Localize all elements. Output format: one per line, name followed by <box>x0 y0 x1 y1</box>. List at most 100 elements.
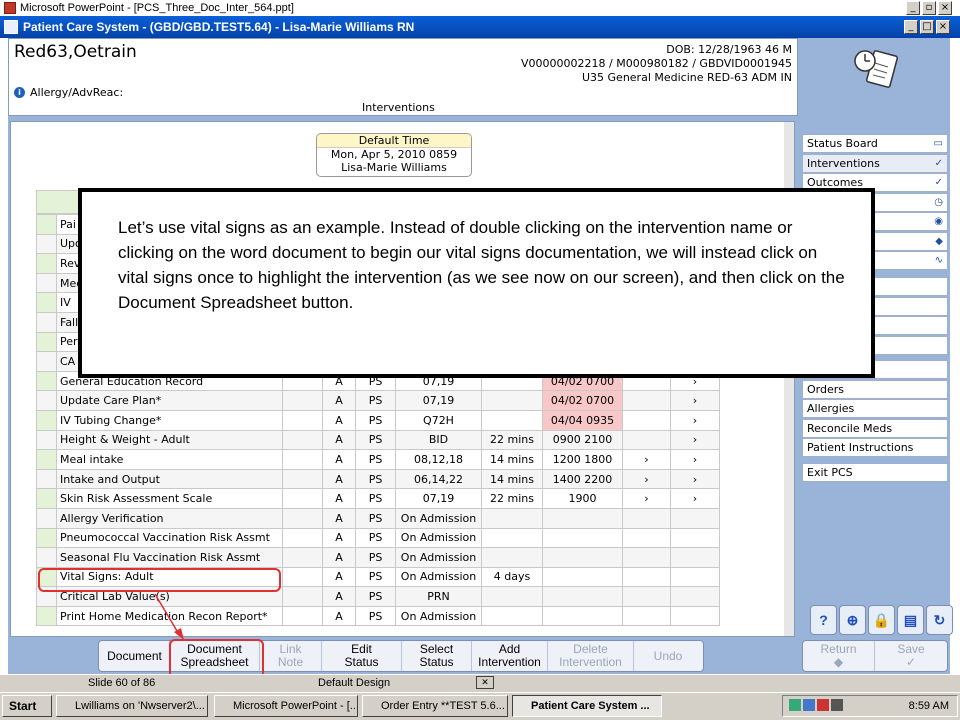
intervention-name[interactable]: Update Care Plan* <box>56 390 283 411</box>
cell-blank <box>282 527 323 549</box>
save-check-icon: ✓ <box>905 655 917 669</box>
cell-more <box>670 586 720 607</box>
row-flag <box>36 253 57 274</box>
row-flag <box>36 233 57 255</box>
link-note-button[interactable]: Link Note <box>260 641 322 671</box>
cell-ps: PS <box>355 488 396 509</box>
sidebar-item-orders[interactable]: Orders <box>802 379 948 399</box>
tray-app-icon <box>803 699 815 711</box>
cell-more: › <box>670 409 720 431</box>
lock-button[interactable]: 🔒 <box>868 605 895 635</box>
sidebar-item-label: Allergies <box>807 402 855 415</box>
select-status-button[interactable]: Select Status <box>402 641 472 671</box>
cell-blank <box>282 507 323 529</box>
save-button[interactable]: Save ✓ <box>875 641 947 671</box>
intervention-name[interactable]: Seasonal Flu Vaccination Risk Assmt <box>56 547 283 568</box>
slide-counter: Slide 60 of 86 <box>88 677 156 689</box>
table-row[interactable]: Print Home Medication Recon Report* A PS On… <box>36 605 720 627</box>
cell-more <box>670 527 720 549</box>
cell-schedule: 1900 <box>542 488 623 509</box>
cell-blank <box>282 605 323 627</box>
cell-more: › <box>670 468 720 490</box>
cell-arrow: › <box>622 488 671 509</box>
document-button-label: Document <box>107 648 162 663</box>
outer-close-button[interactable]: × <box>938 1 952 15</box>
cell-a: A <box>322 449 356 470</box>
intervention-name[interactable]: Intake and Output <box>56 468 283 490</box>
table-row[interactable]: Update Care Plan* A PS 07,19 04/02 0700 › <box>36 390 720 411</box>
outer-restore-button[interactable]: ▫ <box>922 1 936 15</box>
table-row[interactable]: Intake and Output A PS 06,14,22 14 mins 1400 … <box>36 468 720 490</box>
edit-status-button[interactable]: Edit Status <box>322 641 402 671</box>
taskbar-item[interactable]: Order Entry **TEST 5.6... <box>362 695 508 717</box>
outer-window-titlebar: Microsoft PowerPoint - [PCS_Three_Doc_In… <box>0 0 960 16</box>
tray-alert-icon <box>817 699 829 711</box>
cell-frequency: 07,19 <box>395 488 482 509</box>
table-row[interactable]: IV Tubing Change* A PS Q72H 04/04 0935 › <box>36 409 720 431</box>
cell-ps: PS <box>355 527 396 549</box>
taskbar-item-label: Lwilliams on 'Nwserver2\... <box>75 700 205 712</box>
pointer-arrow-icon <box>154 593 184 640</box>
cell-schedule: 1400 2200 <box>542 468 623 490</box>
sidebar-item-interventions[interactable]: Interventions ✓ <box>802 153 948 173</box>
outer-minimize-button[interactable]: _ <box>906 1 920 15</box>
vital-signs-highlight <box>38 568 281 592</box>
taskbar-item[interactable]: Lwilliams on 'Nwserver2\... <box>56 695 208 717</box>
table-row[interactable]: Seasonal Flu Vaccination Risk Assmt A PS On… <box>36 547 720 568</box>
cell-schedule: 1200 1800 <box>542 449 623 470</box>
cell-blank <box>282 468 323 490</box>
intervention-name[interactable]: IV Tubing Change* <box>56 409 283 431</box>
allergy-label: Allergy/AdvReac: <box>30 86 124 99</box>
help-button[interactable]: ? <box>810 605 837 635</box>
row-flag <box>36 311 57 333</box>
sidebar-item-label: Patient Instructions <box>807 441 914 454</box>
sidebar-item-reconcile-meds[interactable]: Reconcile Meds <box>802 418 948 438</box>
undo-label: Undo <box>653 648 683 663</box>
app-maximize-button[interactable]: □ <box>920 20 934 34</box>
gem-icon: ◆ <box>935 235 943 247</box>
sidebar-item-patient-instructions[interactable]: Patient Instructions <box>802 438 948 457</box>
table-row[interactable]: Meal intake A PS 08,12,18 14 mins 1200 1800 › › <box>36 449 720 470</box>
app-minimize-button[interactable]: _ <box>904 20 918 34</box>
sidebar-item-exit-pcs[interactable]: Exit PCS <box>802 463 948 482</box>
document-button[interactable]: Document <box>100 641 170 671</box>
cell-a: A <box>322 605 356 627</box>
table-row[interactable]: Pneumococcal Vaccination Risk Assmt A PS On… <box>36 527 720 549</box>
return-button[interactable]: Return ◆ <box>803 641 875 671</box>
start-label: Start <box>9 699 37 713</box>
sidebar-item-status-board[interactable]: Status Board ▭ <box>802 134 948 153</box>
refresh-button[interactable]: ↻ <box>926 605 953 635</box>
table-row[interactable]: Skin Risk Assessment Scale A PS 07,19 22 min… <box>36 488 720 509</box>
intervention-name[interactable]: Meal intake <box>56 449 283 470</box>
intervention-name[interactable]: Pneumococcal Vaccination Risk Assmt <box>56 527 283 549</box>
row-flag <box>36 390 57 411</box>
design-name: Default Design <box>318 677 391 689</box>
table-row[interactable]: Allergy Verification A PS On Admission <box>36 507 720 529</box>
taskbar-item[interactable]: Microsoft PowerPoint - [... <box>214 695 358 717</box>
start-button[interactable]: Start <box>2 695 52 717</box>
app-close-button[interactable]: × <box>936 20 950 34</box>
intervention-name[interactable]: Allergy Verification <box>56 507 283 529</box>
cell-blank <box>282 449 323 470</box>
app-titlebar: Patient Care System - (GBD/GBD.TEST5.64)… <box>0 16 960 38</box>
delete-intervention-line2: Intervention <box>559 655 622 669</box>
search-globe-button[interactable]: ⊕ <box>839 605 866 635</box>
print-button[interactable]: ▤ <box>897 605 924 635</box>
cell-a: A <box>322 429 356 451</box>
table-row[interactable]: Height & Weight - Adult A PS BID 22 mins 0900… <box>36 429 720 451</box>
undo-button[interactable]: Undo <box>634 641 702 671</box>
cell-frequency: Q72H <box>395 409 482 431</box>
cell-more <box>670 507 720 529</box>
row-flag <box>36 605 57 627</box>
add-intervention-button[interactable]: Add Intervention <box>472 641 548 671</box>
delete-intervention-button[interactable]: Delete Intervention <box>548 641 634 671</box>
cell-ps: PS <box>355 547 396 568</box>
row-flag <box>36 488 57 509</box>
intervention-name[interactable]: Height & Weight - Adult <box>56 429 283 451</box>
default-time-box[interactable]: Default Time Mon, Apr 5, 2010 0859 Lisa-… <box>316 133 472 177</box>
taskbar-item[interactable]: Patient Care System ... <box>512 695 662 717</box>
intervention-name[interactable]: Skin Risk Assessment Scale <box>56 488 283 509</box>
sidebar-item-allergies[interactable]: Allergies <box>802 399 948 418</box>
cell-frequency: 07,19 <box>395 390 482 411</box>
taskbar-item-label: Microsoft PowerPoint - [... <box>233 700 358 712</box>
